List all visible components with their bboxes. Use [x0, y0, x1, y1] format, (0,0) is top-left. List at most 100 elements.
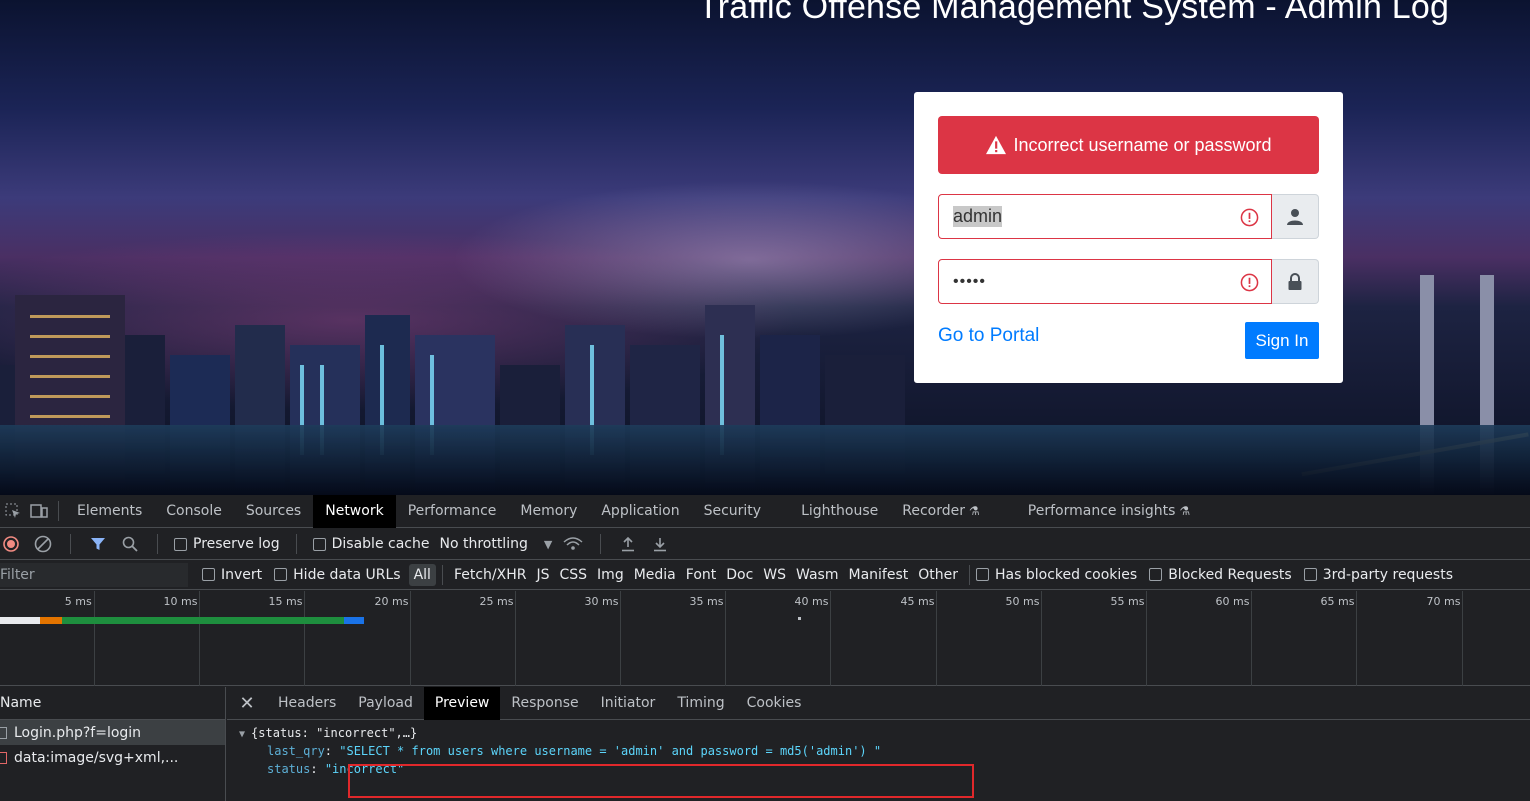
blocked-requests-checkbox[interactable]: Blocked Requests: [1149, 566, 1292, 583]
record-stop-icon[interactable]: [0, 533, 22, 555]
tab-recorder[interactable]: Recorder ⚗: [890, 495, 992, 528]
network-timeline-overview[interactable]: 5 ms 10 ms 15 ms 20 ms 25 ms 30 ms 35 ms 40 ms 4…: [0, 591, 1530, 686]
filter-type-img[interactable]: Img: [592, 564, 629, 586]
tab-console[interactable]: Console: [154, 495, 234, 528]
tab-application[interactable]: Application: [589, 495, 691, 528]
tab-timing[interactable]: Timing: [666, 687, 735, 720]
tab-elements[interactable]: Elements: [65, 495, 154, 528]
filter-icon[interactable]: [87, 533, 109, 555]
login-page: Traffic Offense Management System - Admi…: [0, 0, 1530, 495]
divider: [70, 534, 71, 554]
inspect-element-icon[interactable]: [0, 495, 26, 528]
has-blocked-cookies-checkbox[interactable]: Has blocked cookies: [976, 567, 1137, 583]
devtools-tabbar: Elements Console Sources Network Perform…: [0, 494, 1530, 528]
name-column-header[interactable]: Name: [0, 687, 225, 720]
timeline-gridline: [1251, 591, 1252, 686]
river: [0, 425, 1530, 495]
tab-sources[interactable]: Sources: [234, 495, 313, 528]
sign-in-button[interactable]: Sign In: [1245, 322, 1319, 359]
chevron-down-icon: ▼: [543, 537, 553, 551]
tab-memory[interactable]: Memory: [508, 495, 589, 528]
checkbox-box: [202, 568, 215, 581]
network-filterbar: Filter Invert Hide data URLs All Fetch/X…: [0, 560, 1530, 590]
timeline-tick-label: 55 ms: [1110, 595, 1145, 608]
json-root[interactable]: ▼ {status: "incorrect",…}: [227, 726, 1530, 744]
timeline-tick-label: 60 ms: [1215, 595, 1250, 608]
network-conditions-icon[interactable]: [562, 533, 584, 555]
export-har-icon[interactable]: [649, 533, 671, 555]
json-property-last-qry: last_qry: "SELECT * from users where use…: [227, 744, 1530, 762]
tab-headers[interactable]: Headers: [267, 687, 347, 720]
hide-data-urls-checkbox[interactable]: Hide data URLs: [274, 566, 401, 583]
tab-initiator[interactable]: Initiator: [590, 687, 667, 720]
clear-icon[interactable]: [32, 533, 54, 555]
tab-lighthouse[interactable]: Lighthouse: [789, 495, 890, 528]
import-har-icon[interactable]: [617, 533, 639, 555]
close-icon[interactable]: ✕: [227, 693, 267, 714]
divider: [58, 501, 59, 521]
tab-security[interactable]: Security: [692, 495, 774, 528]
tab-performance-insights[interactable]: Performance insights ⚗: [1016, 495, 1202, 528]
username-group: admin: [938, 194, 1319, 239]
expand-triangle-icon: ▼: [239, 729, 252, 740]
preserve-log-checkbox[interactable]: Preserve log: [174, 536, 280, 552]
filter-type-ws[interactable]: WS: [758, 564, 791, 586]
filter-type-all[interactable]: All: [408, 563, 436, 586]
filter-type-fetch-xhr[interactable]: Fetch/XHR: [449, 564, 532, 586]
throttling-select[interactable]: No throttling ▼: [439, 536, 552, 552]
filter-type-other[interactable]: Other: [913, 564, 963, 586]
preserve-log-label: Preserve log: [193, 536, 280, 552]
network-toolbar: Preserve log Disable cache No throttling…: [0, 529, 1530, 560]
tab-network[interactable]: Network: [313, 494, 396, 528]
timeline-tick-label: 20 ms: [374, 595, 409, 608]
blocked-requests-label: Blocked Requests: [1168, 566, 1292, 583]
go-to-portal-link[interactable]: Go to Portal: [938, 325, 1039, 347]
tab-performance[interactable]: Performance: [396, 495, 509, 528]
search-icon[interactable]: [119, 533, 141, 555]
timeline-gridline: [1146, 591, 1147, 686]
filter-type-manifest[interactable]: Manifest: [844, 564, 914, 586]
filter-type-media[interactable]: Media: [629, 564, 681, 586]
warning-icon: [986, 135, 1007, 155]
request-row[interactable]: Login.php?f=login: [0, 720, 225, 745]
json-key: last_qry: [267, 744, 325, 758]
filter-type-css[interactable]: CSS: [554, 564, 592, 586]
divider: [157, 534, 158, 554]
timeline-tick-label: 30 ms: [584, 595, 619, 608]
timeline-tick-label: 15 ms: [268, 595, 303, 608]
tab-preview[interactable]: Preview: [423, 686, 501, 720]
hide-data-urls-label: Hide data URLs: [293, 566, 401, 583]
waterfall-segment-waiting: [40, 617, 62, 624]
tab-cookies[interactable]: Cookies: [736, 687, 813, 720]
timeline-tick-label: 10 ms: [163, 595, 198, 608]
checkbox-box: [312, 537, 326, 551]
password-input[interactable]: •••••: [938, 259, 1272, 304]
filter-placeholder: Filter: [0, 566, 35, 583]
timeline-tick-label: 5 ms: [64, 595, 92, 608]
timeline-tick-label: 25 ms: [479, 595, 514, 608]
filter-type-wasm[interactable]: Wasm: [791, 564, 843, 586]
timeline-gridline: [1462, 591, 1463, 686]
timeline-gridline: [936, 591, 937, 686]
request-detail-pane: ✕ Headers Payload Preview Response Initi…: [227, 686, 1530, 801]
filter-input[interactable]: Filter: [0, 562, 188, 587]
filter-type-js[interactable]: JS: [531, 564, 554, 586]
divider: [441, 564, 443, 585]
tab-response[interactable]: Response: [500, 687, 589, 720]
filter-type-font[interactable]: Font: [681, 564, 721, 586]
json-colon: :: [310, 762, 325, 776]
login-card: Incorrect username or password admin •••…: [914, 92, 1343, 383]
checkbox-box: [976, 568, 990, 581]
device-toolbar-icon[interactable]: [26, 495, 52, 528]
lock-icon: [1288, 272, 1302, 290]
request-name: data:image/svg+xml,...: [14, 749, 179, 766]
checkbox-box: [274, 568, 288, 581]
filter-type-doc[interactable]: Doc: [721, 564, 758, 586]
tab-payload[interactable]: Payload: [347, 687, 424, 720]
third-party-requests-checkbox[interactable]: 3rd-party requests: [1303, 567, 1453, 583]
username-input[interactable]: admin: [938, 194, 1272, 239]
disable-cache-checkbox[interactable]: Disable cache: [312, 536, 429, 552]
invert-checkbox[interactable]: Invert: [202, 567, 262, 583]
request-row[interactable]: data:image/svg+xml,...: [0, 745, 225, 770]
lock-icon-addon: [1272, 259, 1319, 304]
